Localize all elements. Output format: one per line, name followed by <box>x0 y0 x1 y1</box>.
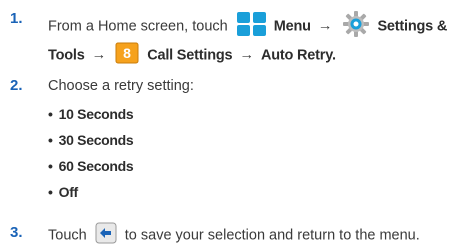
menu-grid-icon <box>236 11 268 42</box>
option-60-seconds: 60 Seconds <box>58 158 134 174</box>
option-10-seconds: 10 Seconds <box>58 106 134 122</box>
step-1-intro: From a Home screen, touch <box>48 18 228 35</box>
step-1-line-2: Tools → 8 Call Settings → Auto Retry. <box>48 42 336 69</box>
cropped-heading <box>0 0 472 4</box>
retry-options-list: • 10 Seconds • 30 Seconds • 60 Seconds • Off <box>48 104 134 208</box>
step-1-line-1: From a Home screen, touch Menu → Setting… <box>48 10 447 43</box>
bullet: • <box>48 184 53 200</box>
back-arrow-icon <box>95 222 117 249</box>
instruction-page: 1. From a Home screen, touch Menu → Sett… <box>0 0 472 252</box>
list-item: • 60 Seconds <box>48 156 134 182</box>
settings-gear-icon <box>342 10 370 43</box>
step-3-before: Touch <box>48 227 87 244</box>
step-1-number: 1. <box>10 10 23 27</box>
list-item: • Off <box>48 182 133 208</box>
list-item: • 30 Seconds <box>48 130 134 156</box>
bullet: • <box>48 106 53 122</box>
step-3-number: 3. <box>10 224 23 241</box>
step-2-number: 2. <box>10 77 23 94</box>
menu-label: Menu <box>273 18 311 35</box>
bullet: • <box>48 158 53 174</box>
option-off: Off <box>58 184 79 200</box>
arrow-2: → <box>91 47 107 64</box>
tools-label: Tools <box>48 47 85 64</box>
call-settings-label: Call Settings <box>147 47 233 64</box>
step-3-line: Touch to save your selection and return … <box>48 222 420 249</box>
bullet: • <box>48 132 53 148</box>
step-2-text: Choose a retry setting: <box>48 78 194 94</box>
key-digit: 8 <box>123 45 131 61</box>
number-key-icon: 8 <box>115 42 139 69</box>
step-3-after: to save your selection and return to the… <box>124 227 420 244</box>
arrow-1: → <box>317 18 333 35</box>
auto-retry-label: Auto Retry. <box>260 47 336 64</box>
settings-label: Settings & <box>377 18 448 35</box>
option-30-seconds: 30 Seconds <box>58 132 134 148</box>
list-item: • 10 Seconds <box>48 104 134 130</box>
arrow-3: → <box>239 47 254 64</box>
